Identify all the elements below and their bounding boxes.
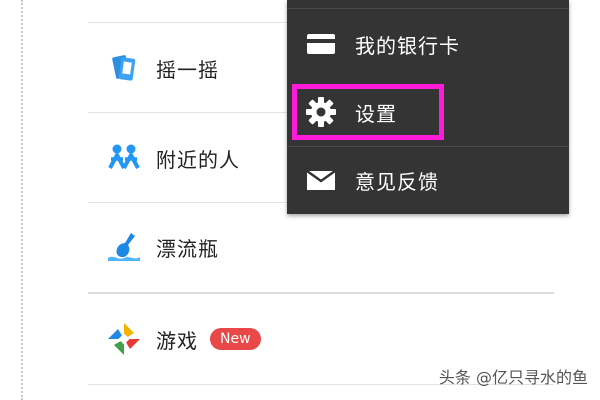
shake-icon: [104, 48, 144, 88]
menu-item-bank-card[interactable]: 我的银行卡: [287, 12, 569, 76]
menu-item-feedback[interactable]: 意见反馈: [287, 148, 569, 212]
new-badge: New: [210, 328, 261, 350]
list-item-label: 游戏: [156, 328, 198, 353]
bank-card-icon: [305, 28, 337, 60]
game-icon: [104, 319, 144, 359]
menu-separator: [287, 146, 569, 147]
list-item-label: 摇一摇: [156, 57, 219, 82]
menu-item-label: 我的银行卡: [355, 33, 460, 58]
list-item-game[interactable]: 游戏 New: [88, 311, 554, 367]
settings-highlight-box: [292, 84, 444, 140]
menu-separator: [287, 8, 569, 9]
envelope-icon: [305, 164, 337, 196]
menu-item-label: 意见反馈: [355, 169, 439, 194]
people-nearby-icon: [104, 138, 144, 178]
list-item-label: 漂流瓶: [156, 236, 219, 261]
dotted-edge: [21, 0, 23, 400]
list-item-label: 附近的人: [156, 147, 240, 172]
watermark: 头条 @亿只寻水的鱼: [438, 368, 588, 387]
divider: [88, 292, 554, 294]
list-item-drift-bottle[interactable]: 漂流瓶: [88, 219, 554, 275]
drift-bottle-icon: [104, 227, 144, 267]
